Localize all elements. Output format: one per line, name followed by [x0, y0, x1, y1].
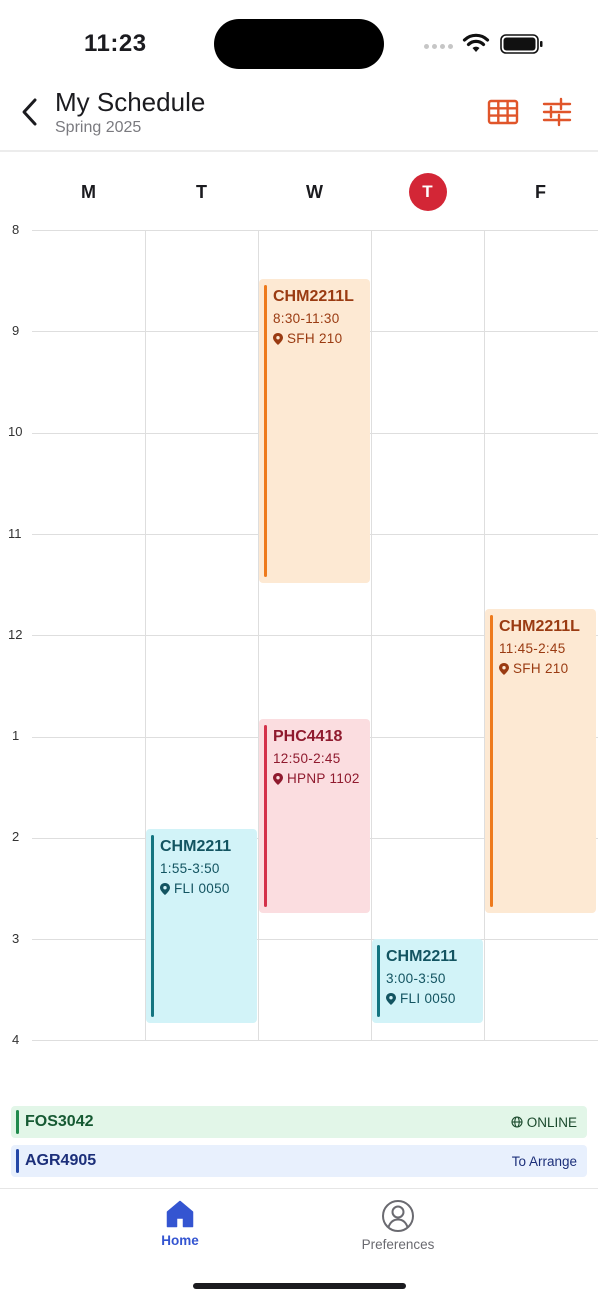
tab-home[interactable]: Home [120, 1199, 240, 1259]
wifi-icon [462, 33, 490, 52]
class-time: 12:50-2:45 [273, 751, 341, 766]
hour-label: 3 [12, 931, 20, 946]
home-icon [166, 1200, 194, 1228]
hour-label: 9 [12, 323, 20, 338]
class-location: FLI 0050 [386, 991, 475, 1006]
bottom-tab-bar: Home Preferences [0, 1188, 598, 1300]
app-header: My Schedule Spring 2025 [0, 80, 598, 152]
user-circle-icon [382, 1200, 414, 1232]
online-course-row[interactable]: FOS3042 ONLINE [11, 1106, 587, 1138]
term-subtitle: Spring 2025 [55, 119, 142, 136]
day-header-thursday-today[interactable]: T [371, 160, 484, 224]
location-pin-icon [273, 772, 283, 785]
day-header-wednesday[interactable]: W [258, 160, 371, 224]
schedule-grid: 8 9 10 11 12 1 2 3 4 CHM2211L 8:30-11:30… [0, 222, 598, 1047]
course-code: AGR4905 [25, 1152, 97, 1169]
class-event-card[interactable]: CHM2211 3:00-3:50 FLI 0050 [372, 939, 483, 1023]
hour-gridline [32, 939, 598, 940]
dynamic-island [214, 19, 384, 69]
course-code: FOS3042 [25, 1113, 94, 1130]
location-pin-icon [273, 332, 283, 345]
grid-view-icon [487, 99, 519, 125]
event-accent-bar [264, 725, 267, 907]
class-event-card[interactable]: CHM2211L 8:30-11:30 SFH 210 [259, 279, 370, 583]
location-pin-icon [499, 662, 509, 675]
battery-icon [500, 34, 543, 54]
event-accent-bar [16, 1149, 19, 1173]
course-code: CHM2211 [160, 838, 232, 855]
hour-label: 12 [8, 627, 23, 642]
hour-label: 1 [12, 728, 20, 743]
class-time: 8:30-11:30 [273, 311, 340, 326]
sliders-icon [542, 97, 572, 127]
course-code: CHM2211L [273, 288, 354, 305]
hour-gridline [32, 1040, 598, 1041]
class-location: HPNP 1102 [273, 771, 362, 786]
chevron-left-icon [22, 98, 37, 126]
status-time: 11:23 [84, 30, 147, 57]
globe-icon [511, 1116, 523, 1128]
day-header-monday[interactable]: M [32, 160, 145, 224]
course-code: CHM2211 [386, 948, 458, 965]
class-event-card[interactable]: CHM2211L 11:45-2:45 SFH 210 [485, 609, 596, 913]
online-badge: ONLINE [511, 1115, 577, 1130]
home-indicator [193, 1283, 406, 1289]
hour-gridline [32, 230, 598, 231]
hour-label: 10 [8, 424, 23, 439]
status-bar: 11:23 [0, 0, 598, 80]
grid-view-button[interactable] [486, 96, 520, 128]
day-column-divider [371, 230, 372, 1040]
page-title: My Schedule [55, 87, 206, 117]
location-pin-icon [160, 882, 170, 895]
to-arrange-label: To Arrange [511, 1153, 577, 1169]
event-accent-bar [151, 835, 154, 1017]
tab-preferences[interactable]: Preferences [338, 1199, 458, 1259]
hour-label: 4 [12, 1032, 20, 1047]
day-header-tuesday[interactable]: T [145, 160, 258, 224]
course-code: CHM2211L [499, 618, 580, 635]
event-accent-bar [16, 1110, 19, 1134]
weekday-header: M T W T F [32, 160, 598, 224]
event-accent-bar [490, 615, 493, 907]
class-time: 11:45-2:45 [499, 641, 566, 656]
day-header-friday[interactable]: F [484, 160, 597, 224]
cellular-signal-icon [424, 44, 453, 49]
to-arrange-course-row[interactable]: AGR4905 To Arrange [11, 1145, 587, 1177]
hour-label: 8 [12, 222, 20, 237]
filter-button[interactable] [540, 96, 574, 128]
class-location: SFH 210 [499, 661, 588, 676]
hour-label: 11 [8, 526, 22, 541]
tab-home-label: Home [161, 1233, 199, 1248]
class-event-card[interactable]: PHC4418 12:50-2:45 HPNP 1102 [259, 719, 370, 913]
location-pin-icon [386, 992, 396, 1005]
class-time: 3:00-3:50 [386, 971, 446, 986]
course-code: PHC4418 [273, 728, 343, 745]
event-accent-bar [377, 945, 380, 1017]
back-button[interactable] [14, 94, 46, 130]
event-accent-bar [264, 285, 267, 577]
class-event-card[interactable]: CHM2211 1:55-3:50 FLI 0050 [146, 829, 257, 1023]
class-location: SFH 210 [273, 331, 362, 346]
hour-label: 2 [12, 829, 20, 844]
class-time: 1:55-3:50 [160, 861, 220, 876]
tab-preferences-label: Preferences [361, 1237, 435, 1252]
class-location: FLI 0050 [160, 881, 249, 896]
